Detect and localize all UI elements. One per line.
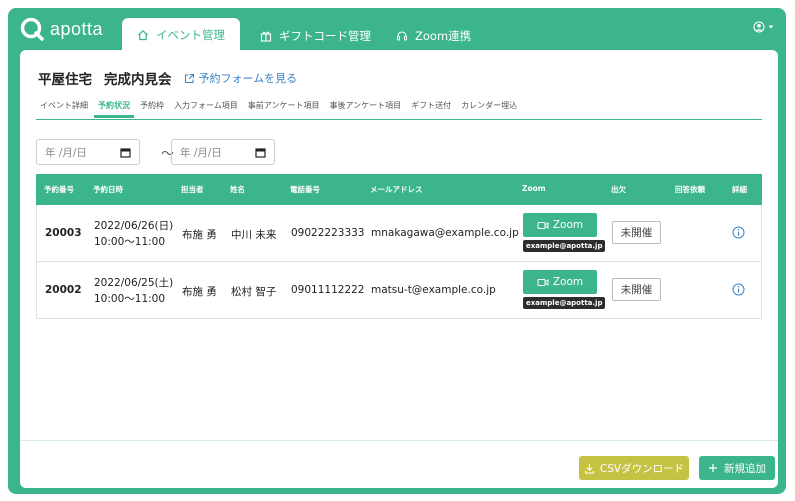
staff-name: 布施 勇 bbox=[182, 229, 217, 241]
add-new-button[interactable]: 新規追加 bbox=[699, 456, 775, 480]
zoom-account-badge: example@apotta.jp bbox=[523, 297, 606, 309]
headset-icon bbox=[397, 31, 407, 41]
date-to-input[interactable]: 年 /月/日 bbox=[171, 139, 275, 165]
header-detail: 詳細 bbox=[732, 185, 747, 194]
user-icon bbox=[753, 21, 765, 33]
video-camera-icon bbox=[537, 221, 549, 229]
header-staff: 担当者 bbox=[181, 185, 204, 194]
header-reservation-datetime: 予約日時 bbox=[93, 185, 123, 194]
subtab-reservation-slots[interactable]: 予約枠 bbox=[136, 96, 168, 118]
date-to-placeholder: 年 /月/日 bbox=[180, 146, 222, 159]
zoom-button-label: Zoom bbox=[552, 219, 584, 231]
subtab-event-detail[interactable]: イベント詳細 bbox=[36, 96, 92, 118]
video-camera-icon bbox=[537, 278, 549, 286]
home-icon bbox=[138, 29, 148, 41]
subtab-reservation-status[interactable]: 予約状況 bbox=[94, 96, 134, 118]
info-icon[interactable] bbox=[732, 283, 745, 296]
staff-name: 布施 勇 bbox=[182, 286, 217, 298]
gift-icon bbox=[260, 31, 272, 42]
plus-icon bbox=[709, 464, 717, 472]
table-row: 20003 2022/06/26(日) 10:00〜11:00 布施 勇 中川 … bbox=[36, 205, 762, 262]
tab-gift-code-label: ギフトコード管理 bbox=[279, 29, 371, 43]
caret-down-icon bbox=[768, 25, 774, 29]
view-form-link[interactable]: 予約フォームを見る bbox=[184, 70, 298, 86]
page-subtitle: 完成内見会 bbox=[104, 72, 172, 88]
user-menu[interactable] bbox=[753, 21, 774, 33]
phone-number: 09022223333 bbox=[291, 227, 365, 239]
app-frame: apotta イベント管理 ギフトコード管理 Zoom連携 平屋住宅 完成内見会… bbox=[8, 8, 786, 494]
customer-name: 松村 智子 bbox=[231, 286, 277, 298]
apotta-logo-icon bbox=[20, 17, 44, 41]
tab-gift-code[interactable]: ギフトコード管理 bbox=[248, 20, 383, 52]
calendar-icon[interactable] bbox=[255, 147, 266, 158]
date-from-input[interactable]: 年 /月/日 bbox=[36, 139, 140, 165]
subtab-input-form[interactable]: 入力フォーム項目 bbox=[170, 96, 242, 118]
header-zoom: Zoom bbox=[522, 184, 546, 193]
brand-logo[interactable]: apotta bbox=[20, 17, 103, 41]
reservation-time: 10:00〜11:00 bbox=[94, 236, 166, 248]
top-nav: apotta イベント管理 ギフトコード管理 Zoom連携 bbox=[8, 8, 786, 52]
tab-zoom-label: Zoom連携 bbox=[415, 29, 472, 43]
brand-name: apotta bbox=[50, 18, 104, 39]
tab-event-management-label: イベント管理 bbox=[156, 28, 225, 42]
header-attendance: 出欠 bbox=[611, 185, 626, 194]
email-address: mnakagawa@example.co.jp bbox=[371, 227, 519, 239]
header-response-request: 回答依頼 bbox=[675, 185, 705, 194]
csv-download-button[interactable]: CSVダウンロード bbox=[579, 456, 689, 480]
tab-event-management[interactable]: イベント管理 bbox=[122, 18, 240, 52]
zoom-button[interactable]: Zoom bbox=[523, 213, 597, 237]
zoom-account-badge: example@apotta.jp bbox=[523, 240, 606, 252]
header-reservation-id: 予約番号 bbox=[44, 185, 74, 194]
attendance-button[interactable]: 未開催 bbox=[612, 278, 661, 301]
date-from-placeholder: 年 /月/日 bbox=[45, 146, 87, 159]
subtab-post-survey[interactable]: 事後アンケート項目 bbox=[325, 96, 405, 118]
header-phone: 電話番号 bbox=[290, 185, 320, 194]
download-icon bbox=[584, 463, 594, 474]
table-row: 20002 2022/06/25(土) 10:00〜11:00 布施 勇 松村 … bbox=[36, 262, 762, 319]
zoom-button-label: Zoom bbox=[552, 276, 584, 288]
reservation-date: 2022/06/26(日) bbox=[94, 220, 174, 232]
phone-number: 09011112222 bbox=[291, 284, 365, 296]
external-link-icon bbox=[184, 73, 194, 83]
header-name: 姓名 bbox=[230, 185, 245, 194]
subtab-pre-survey[interactable]: 事前アンケート項目 bbox=[244, 96, 324, 118]
zoom-button[interactable]: Zoom bbox=[523, 270, 597, 294]
view-form-link-label: 予約フォームを見る bbox=[198, 72, 298, 85]
table-header: 予約番号 予約日時 担当者 姓名 電話番号 メールアドレス Zoom 出欠 回答… bbox=[36, 174, 762, 205]
info-icon[interactable] bbox=[732, 226, 745, 239]
event-subtabs: イベント詳細 予約状況 予約枠 入力フォーム項目 事前アンケート項目 事後アンケ… bbox=[36, 96, 762, 120]
page-title: 平屋住宅 bbox=[38, 72, 92, 88]
page-header: 平屋住宅 完成内見会 予約フォームを見る bbox=[38, 68, 297, 88]
main-panel: 平屋住宅 完成内見会 予約フォームを見る イベント詳細 予約状況 予約枠 入力フ… bbox=[20, 50, 778, 488]
customer-name: 中川 未来 bbox=[231, 229, 277, 241]
tab-zoom[interactable]: Zoom連携 bbox=[384, 20, 483, 52]
attendance-button[interactable]: 未開催 bbox=[612, 221, 661, 244]
calendar-icon[interactable] bbox=[120, 147, 131, 158]
reservation-time: 10:00〜11:00 bbox=[94, 293, 166, 305]
email-address: matsu-t@example.co.jp bbox=[371, 284, 496, 296]
footer-divider bbox=[20, 440, 778, 441]
subtab-gift-send[interactable]: ギフト送付 bbox=[407, 96, 455, 118]
reservation-date: 2022/06/25(土) bbox=[94, 277, 174, 289]
header-email: メールアドレス bbox=[370, 185, 423, 194]
add-new-label: 新規追加 bbox=[724, 462, 766, 475]
csv-download-label: CSVダウンロード bbox=[599, 462, 685, 475]
reservation-table: 予約番号 予約日時 担当者 姓名 電話番号 メールアドレス Zoom 出欠 回答… bbox=[36, 174, 762, 319]
reservation-id: 20002 bbox=[45, 284, 82, 296]
reservation-id: 20003 bbox=[45, 227, 82, 239]
subtab-calendar-embed[interactable]: カレンダー埋込 bbox=[457, 96, 521, 118]
